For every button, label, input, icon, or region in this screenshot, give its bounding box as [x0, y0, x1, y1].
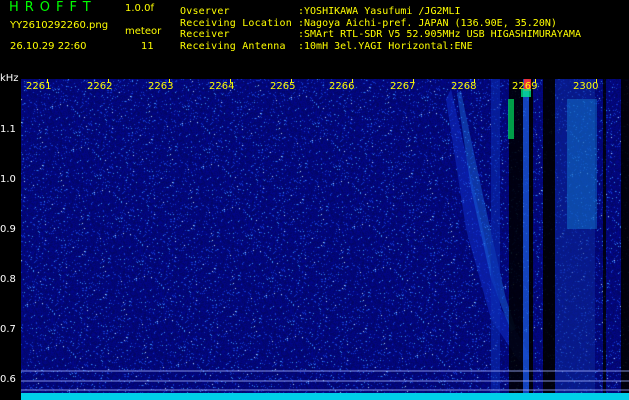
observer-value: :YOSHIKAWA Yasufumi /JG2MLI	[298, 6, 461, 17]
location-value: :Nagoya Aichi-pref. JAPAN (136.90E, 35.2…	[298, 17, 557, 29]
y-axis-unit: kHz	[0, 73, 19, 84]
time-tick-label: 2263	[148, 81, 174, 92]
receiver-label: Receiver	[180, 29, 230, 40]
app-version: 1.0.0f	[125, 3, 154, 14]
spectrogram-overlay	[21, 79, 629, 400]
receiver-value: :SMArt RTL-SDR V5 52.905MHz USB HIGASHIM…	[298, 29, 581, 40]
time-tick-label: 2262	[87, 81, 113, 92]
spectrogram	[21, 79, 629, 400]
time-tick-label: 2300	[573, 81, 599, 92]
app-logo: HROFFT	[9, 0, 97, 15]
antenna-label: Receiving Antenna	[180, 40, 286, 52]
file-name: YY2610292260.png	[10, 20, 109, 31]
time-tick-label: 2268	[451, 81, 477, 92]
time-tick-label: 2265	[270, 81, 296, 92]
y-tick-label: 1.0	[0, 174, 16, 185]
time-tick-label: 2264	[209, 81, 235, 92]
y-tick-label: 0.6	[0, 374, 16, 385]
time-tick-label: 2261	[26, 81, 52, 92]
time-tick-label: 2267	[390, 81, 416, 92]
signal-strength-trace	[21, 393, 629, 400]
meteor-label: meteor	[125, 26, 162, 37]
y-tick-label: 0.9	[0, 224, 16, 235]
datetime: 26.10.29 22:60	[10, 41, 87, 52]
y-tick-label: 1.1	[0, 124, 16, 135]
y-tick-label: 0.8	[0, 274, 16, 285]
time-tick-label: 2266	[329, 81, 355, 92]
location-label: Receiving Location	[180, 17, 292, 29]
y-tick-label: 0.7	[0, 324, 16, 335]
time-tick-label: 2269	[512, 81, 538, 92]
hrofft-window: HROFFT 1.0.0f YY2610292260.png meteor 26…	[0, 0, 629, 400]
meteor-count: 11	[141, 41, 154, 52]
meteor-echo-band	[446, 79, 629, 400]
observer-label: Ovserver	[180, 6, 230, 17]
antenna-value: :10mH 3el.YAGI Horizontal:ENE	[298, 40, 473, 52]
